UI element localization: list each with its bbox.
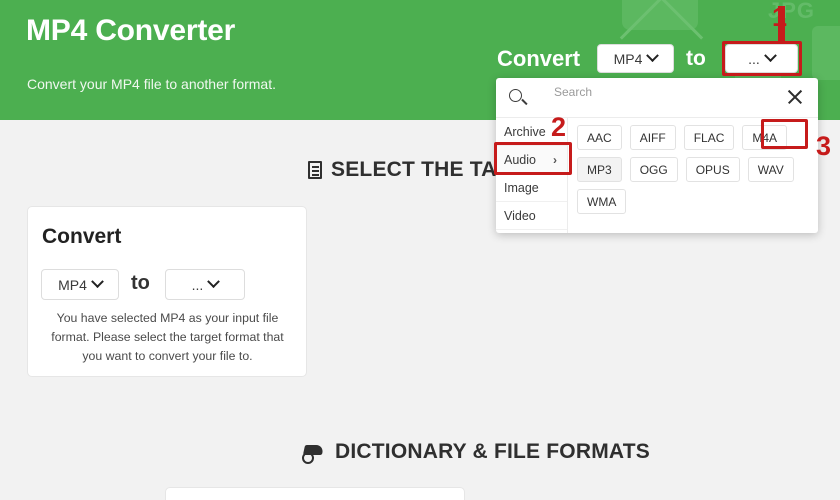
- graduation-cap-icon: [302, 444, 326, 464]
- document-icon: [308, 161, 322, 179]
- category-archive-label: Archive: [504, 124, 546, 139]
- hero-decoration-card: [812, 26, 840, 80]
- page-subtitle: Convert your MP4 file to another format.: [27, 76, 276, 92]
- dropdown-format-grid: AAC AIFF FLAC M4A MP3 OGG OPUS WAV WMA: [568, 118, 818, 233]
- chevron-right-icon: ›: [553, 152, 557, 167]
- header-target-format-value: ...: [748, 50, 760, 67]
- convert-card-title: Convert: [42, 225, 122, 248]
- format-m4a[interactable]: M4A: [742, 125, 788, 150]
- category-video[interactable]: Video: [496, 202, 567, 230]
- format-dropdown-panel: Archive Audio › Image Video AAC AIFF FLA…: [496, 78, 818, 233]
- format-aac[interactable]: AAC: [577, 125, 622, 150]
- dropdown-search-bar: [496, 78, 818, 118]
- chevron-down-icon: [91, 275, 104, 289]
- select-target-heading: SELECT THE TA: [308, 158, 497, 182]
- chevron-down-icon: [207, 275, 221, 289]
- annotation-number-3: 3: [816, 131, 832, 161]
- page-title: MP4 Converter: [26, 14, 236, 47]
- annotation-number-1: 1: [772, 2, 788, 32]
- dictionary-heading-text: DICTIONARY & FILE FORMATS: [335, 440, 650, 463]
- chevron-down-icon: [763, 49, 777, 63]
- format-opus[interactable]: OPUS: [685, 157, 740, 182]
- header-source-format-select[interactable]: MP4: [597, 44, 674, 73]
- format-flac[interactable]: FLAC: [683, 125, 735, 150]
- category-image[interactable]: Image: [496, 174, 567, 202]
- hero-decoration-shape: [622, 0, 698, 30]
- annotation-number-2: 2: [551, 112, 567, 142]
- category-audio[interactable]: Audio ›: [496, 146, 567, 174]
- page-root: JPG MP4 Converter Convert your MP4 file …: [0, 0, 840, 500]
- card-source-format-value: MP4: [58, 276, 87, 293]
- card-target-format-select[interactable]: ...: [165, 269, 245, 300]
- format-aiff[interactable]: AIFF: [629, 125, 676, 150]
- convert-card-description: You have selected MP4 as your input file…: [51, 311, 284, 364]
- format-wav[interactable]: WAV: [747, 157, 794, 182]
- category-audio-label: Audio: [504, 152, 536, 167]
- card-target-format-value: ...: [191, 276, 204, 293]
- chevron-down-icon: [646, 49, 660, 63]
- card-to-label: to: [131, 272, 150, 294]
- header-to-label: to: [686, 47, 706, 70]
- format-wma[interactable]: WMA: [577, 189, 627, 214]
- select-target-heading-text: SELECT THE TA: [331, 158, 497, 181]
- dictionary-heading: DICTIONARY & FILE FORMATS: [302, 440, 650, 464]
- close-icon[interactable]: [786, 88, 804, 106]
- format-ogg[interactable]: OGG: [629, 157, 678, 182]
- card-source-format-select[interactable]: MP4: [41, 269, 119, 300]
- search-icon: [509, 89, 522, 102]
- category-video-label: Video: [504, 208, 536, 223]
- category-image-label: Image: [504, 180, 539, 195]
- header-target-format-select[interactable]: ...: [725, 44, 798, 73]
- header-source-format-value: MP4: [613, 50, 643, 67]
- dictionary-card-partial: [165, 487, 465, 500]
- search-input[interactable]: [554, 85, 784, 99]
- header-convert-label: Convert: [497, 46, 581, 71]
- format-mp3[interactable]: MP3: [577, 157, 622, 182]
- dropdown-body: Archive Audio › Image Video AAC AIFF FLA…: [496, 118, 818, 233]
